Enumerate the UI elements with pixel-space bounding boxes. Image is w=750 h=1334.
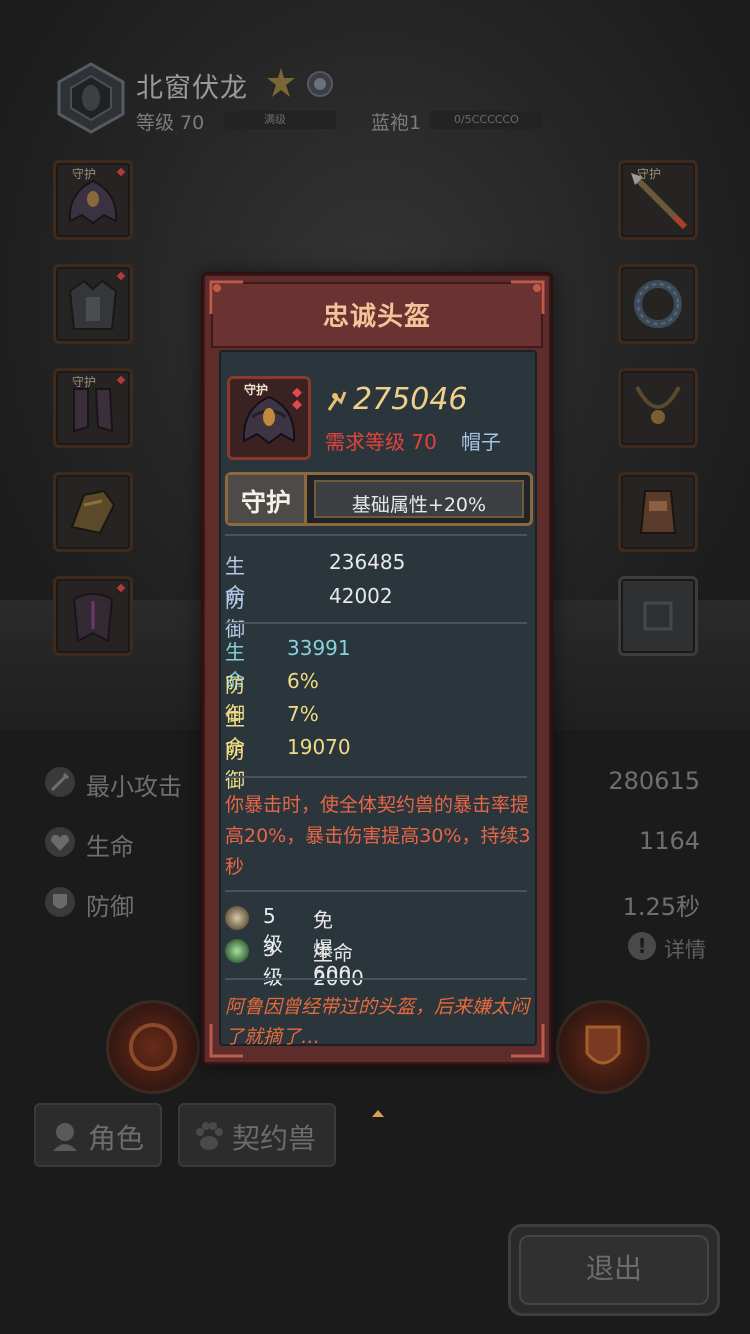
hero-level: 等级 70 [136, 112, 205, 134]
sub-attr-key: 防御 [225, 739, 245, 792]
divider [225, 622, 527, 624]
modal-body: 守护 275046 需求等级 70 帽子 守护 基础属性+20% 生命 2364… [219, 350, 537, 1117]
level-bar-label: 满级 [264, 113, 286, 126]
sword-icon [45, 767, 75, 797]
item-lore: 阿鲁因曾经带过的头盔，后来嫌太闷了就摘了… [225, 996, 530, 1048]
stat-label: 最小攻击 [86, 773, 182, 801]
guard-tag-label: 守护 [240, 488, 291, 517]
stat-value-defense: 1.25秒 [622, 893, 700, 921]
exp-bar-label: 0/5CCCCCO [454, 113, 519, 126]
equip-slot-necklace[interactable] [618, 368, 698, 448]
sub-attr-value: 19070 [287, 735, 351, 759]
equip-slot-armor[interactable] [53, 264, 133, 344]
guard-bonus-text: 基础属性+20% [351, 494, 487, 516]
tab-character[interactable]: 角色 [34, 1103, 162, 1167]
character-icon [53, 1123, 77, 1151]
attr-key: 防御 [225, 588, 245, 641]
sub-attr-value: 33991 [287, 636, 351, 660]
corner-ornament-icon [209, 280, 243, 314]
gem-icon [225, 939, 249, 963]
guard-bonus-bar: 守护 基础属性+20% [225, 472, 533, 526]
slot-tag-label: 守护 [72, 167, 97, 181]
item-detail-modal: 忠诚头盔 守护 275046 需求等级 70 帽子 守护 基础属性+20% 生命… [203, 274, 551, 1117]
special-effect-description: 你暴击时，使全体契约兽的暴击率提高20%，暴击伤害提高30%，持续3秒 [225, 794, 531, 878]
divider [225, 978, 527, 980]
skill-button-1[interactable] [106, 1000, 200, 1094]
cloak-icon [72, 583, 126, 643]
stat-value-life: 1164 [638, 827, 700, 855]
gem-icon [225, 906, 249, 930]
bracer-icon [639, 490, 677, 534]
power-icon [327, 391, 347, 411]
divider [225, 534, 527, 536]
exp-bar: 0/5CCCCCO [430, 111, 542, 129]
gem-level: 3级 [263, 937, 283, 989]
scroll-up-icon [372, 1110, 384, 1117]
attr-value: 236485 [329, 550, 406, 574]
hero-emblem-icon [55, 62, 127, 134]
guard-tag: 守护 [228, 475, 307, 523]
tab-pet-label: 契约兽 [232, 1122, 317, 1155]
stat-label: 防御 [86, 893, 134, 921]
heart-icon [45, 827, 75, 857]
hero-rank: 蓝袍1 [371, 112, 422, 134]
equip-slot-empty[interactable] [618, 576, 698, 656]
item-requirement: 需求等级 70 [325, 430, 437, 454]
paw-icon [196, 1122, 223, 1150]
slot-tag-label: 守护 [637, 167, 662, 181]
skill-button-2[interactable] [556, 1000, 650, 1094]
detail-button[interactable]: ! 详情 [628, 930, 718, 966]
divider [225, 776, 527, 778]
slot-tag-label: 守护 [72, 375, 97, 389]
sub-attr-value: 7% [287, 702, 319, 726]
info-icon: ! [628, 932, 656, 960]
tab-pet[interactable]: 契约兽 [178, 1103, 336, 1167]
hero-name: 北窗伏龙 [136, 73, 248, 104]
equip-slot-gauntlet[interactable] [53, 472, 133, 552]
divider [225, 890, 527, 892]
equip-slot-boots[interactable]: 守护 [53, 368, 133, 448]
item-type: 帽子 [461, 430, 501, 454]
gem-stat: 生命 2000 [313, 941, 364, 990]
equip-slot-weapon[interactable]: 守护 [618, 160, 698, 240]
rank-badge-icon [265, 67, 297, 99]
gauntlet-icon [70, 489, 116, 535]
shield-icon [45, 887, 75, 917]
equip-slot-cloak[interactable] [53, 576, 133, 656]
exit-button[interactable]: 退出 [508, 1224, 720, 1316]
helmet-icon [242, 387, 302, 445]
corner-ornament-icon [511, 280, 545, 314]
attr-value: 42002 [329, 584, 393, 608]
sub-attr-value: 6% [287, 669, 319, 693]
element-badge-icon [306, 70, 334, 98]
crest-skill-icon [585, 1025, 621, 1065]
detail-label: 详情 [664, 938, 706, 962]
tab-character-label: 角色 [88, 1122, 145, 1155]
equip-slot-bracer[interactable] [618, 472, 698, 552]
ring-icon [634, 280, 682, 328]
exit-label: 退出 [585, 1252, 642, 1285]
guard-text-box: 基础属性+20% [314, 480, 524, 518]
equip-slot-helmet[interactable]: 守护 [53, 160, 133, 240]
fire-skill-icon [129, 1023, 177, 1071]
equip-slot-ring[interactable] [618, 264, 698, 344]
level-bar: 满级 [224, 111, 336, 129]
necklace-icon [635, 386, 681, 424]
modal-title-bar: 忠诚头盔 [211, 282, 543, 348]
stat-label: 生命 [86, 833, 134, 861]
empty-slot-icon [643, 601, 673, 631]
item-power: 275046 [353, 382, 468, 417]
stat-value-attack: 280615 [608, 767, 700, 795]
armor-icon [68, 271, 126, 330]
item-name: 忠诚头盔 [322, 302, 431, 332]
item-icon-frame: 守护 [227, 376, 311, 460]
item-tag-label: 守护 [244, 383, 269, 397]
